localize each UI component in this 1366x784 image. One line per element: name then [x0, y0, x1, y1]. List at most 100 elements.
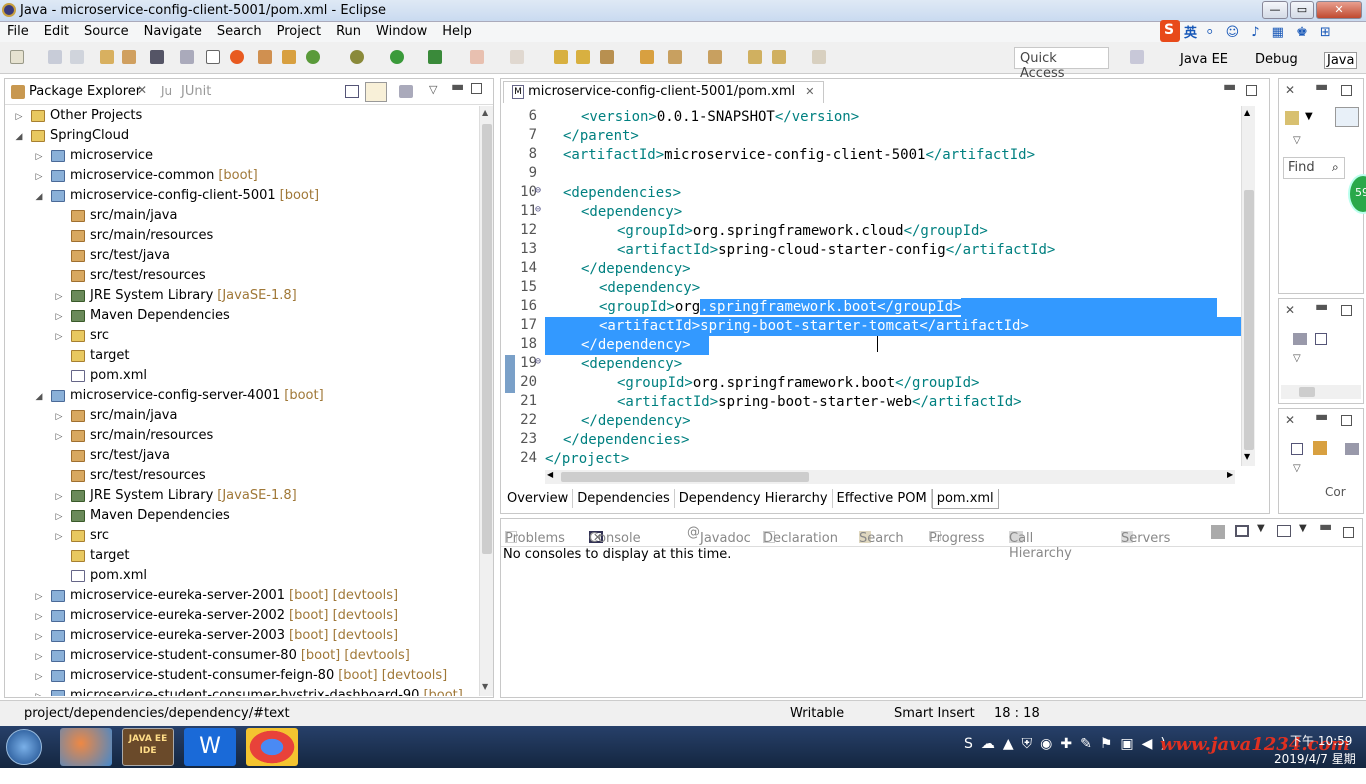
code-line[interactable]: </dependency>: [545, 336, 709, 355]
next-annotation-icon[interactable]: [668, 50, 682, 64]
close-panel-icon[interactable]: ✕: [1285, 413, 1295, 427]
tree-item[interactable]: src/test/resources: [53, 466, 206, 486]
editor-scroll-thumb[interactable]: [1244, 190, 1254, 450]
expand-arrow-icon[interactable]: ▷: [53, 427, 65, 447]
expand-arrow-icon[interactable]: ▷: [33, 607, 45, 627]
menu-file[interactable]: File: [0, 22, 37, 39]
scroll-thumb[interactable]: [482, 124, 492, 554]
open-perspective-icon[interactable]: [1130, 50, 1144, 64]
tree-item[interactable]: ▷ src/main/java: [53, 406, 178, 426]
editor-scrollbar[interactable]: ▲ ▼: [1241, 106, 1255, 466]
expand-arrow-icon[interactable]: ▷: [13, 107, 25, 127]
open-console-icon[interactable]: [1211, 525, 1225, 539]
save-all-icon[interactable]: [70, 50, 84, 64]
tray-icons[interactable]: S☁▲⛨◉✚✎⚑▣◀): [964, 736, 1174, 752]
collapse-arrow-icon[interactable]: ◢: [33, 387, 45, 407]
display-console-icon[interactable]: [1235, 525, 1249, 537]
perspective-javaee[interactable]: Java EE: [1180, 52, 1228, 67]
collapse-arrow-icon[interactable]: ◢: [33, 187, 45, 207]
tree-item[interactable]: pom.xml: [53, 366, 147, 386]
tree-item[interactable]: src/main/resources: [53, 226, 213, 246]
code-line[interactable]: </dependencies>: [545, 431, 689, 450]
view-menu-icon[interactable]: ▽: [429, 83, 437, 96]
console-maximize-icon[interactable]: [1343, 527, 1354, 538]
tree-item[interactable]: ▷ JRE System Library [JavaSE-1.8]: [53, 486, 297, 506]
menu-edit[interactable]: Edit: [37, 22, 77, 39]
tree-item[interactable]: pom.xml: [53, 566, 147, 586]
expand-arrow-icon[interactable]: ▷: [33, 667, 45, 687]
close-console-icon[interactable]: ✕: [593, 531, 602, 544]
code-line[interactable]: <artifactId>spring-cloud-starter-config<…: [545, 241, 1055, 260]
browser-icon[interactable]: [230, 50, 244, 64]
quick-access-input[interactable]: Quick Access: [1014, 47, 1109, 81]
tree-item[interactable]: src/test/java: [53, 446, 170, 466]
tree-item[interactable]: ◢ microservice-config-server-4001 [boot]: [33, 386, 324, 406]
tree-item[interactable]: src/test/java: [53, 246, 170, 266]
perspective-java[interactable]: Java: [1324, 52, 1358, 69]
last-edit-icon[interactable]: [748, 50, 762, 64]
open-task-icon[interactable]: [122, 50, 136, 64]
editor-minimize-icon[interactable]: ▬: [1223, 79, 1236, 95]
menu-source[interactable]: Source: [77, 22, 137, 39]
tab-junit[interactable]: JUnit: [181, 84, 211, 99]
console-view-menu-icon[interactable]: ▼: [1299, 523, 1307, 534]
editor-hscrollbar[interactable]: ◀ ▶: [545, 470, 1235, 484]
tree-item[interactable]: target: [53, 346, 130, 366]
tab-pom-xml[interactable]: pom.xml: [931, 489, 999, 509]
taskbar-app-wps[interactable]: W: [184, 728, 236, 766]
find-input[interactable]: Find ⌕: [1283, 157, 1345, 179]
maximize-panel-icon[interactable]: [1341, 415, 1352, 426]
expand-arrow-icon[interactable]: ▷: [33, 147, 45, 167]
tree-item[interactable]: src/test/resources: [53, 266, 206, 286]
expand-arrow-icon[interactable]: ▷: [33, 627, 45, 647]
console-minimize-icon[interactable]: ▬: [1319, 519, 1332, 535]
minimize-panel-icon[interactable]: ▬: [1315, 79, 1328, 95]
maximize-view-icon[interactable]: [471, 83, 482, 94]
ime-tools-icons[interactable]: ⸰ ☺ ♪ ▦ ♚ ⊞: [1206, 22, 1335, 40]
new-servlet-icon[interactable]: [282, 50, 296, 64]
code-line[interactable]: </dependency>: [545, 412, 691, 431]
panel-scroll-thumb[interactable]: [1299, 387, 1315, 397]
hscroll-right-icon[interactable]: ▶: [1227, 470, 1233, 479]
tree-item[interactable]: ▷ microservice: [33, 146, 153, 166]
run-icon[interactable]: [390, 50, 404, 64]
tree-item[interactable]: ▷ Maven Dependencies: [53, 506, 230, 526]
code-line[interactable]: <version>0.0.1-SNAPSHOT</version>: [545, 108, 859, 127]
expand-arrow-icon[interactable]: ▷: [53, 287, 65, 307]
tab-package-explorer[interactable]: Package Explorer: [29, 84, 141, 99]
minimize-panel-icon[interactable]: ▬: [1315, 299, 1328, 315]
code-line[interactable]: <dependency>: [545, 355, 682, 374]
menu-project[interactable]: Project: [270, 22, 329, 39]
code-line[interactable]: <dependencies>: [545, 184, 681, 203]
outline-item-label[interactable]: Cor: [1325, 485, 1346, 499]
debug-icon[interactable]: [350, 50, 364, 64]
close-panel-icon[interactable]: ✕: [1285, 303, 1295, 317]
tree-item[interactable]: ▷ src: [53, 526, 109, 546]
refresh-icon[interactable]: [306, 50, 320, 64]
menu-search[interactable]: Search: [210, 22, 270, 39]
menu-run[interactable]: Run: [329, 22, 369, 39]
view-menu-icon[interactable]: ▽: [1293, 353, 1301, 364]
code-line[interactable]: <groupId>org.springframework.boot</group…: [545, 374, 979, 393]
scroll-down-icon[interactable]: ▼: [482, 682, 488, 691]
open-project-icon[interactable]: [554, 50, 568, 64]
collapse-arrow-icon[interactable]: ◢: [13, 127, 25, 147]
list-view-icon[interactable]: [1335, 107, 1359, 127]
tree-item[interactable]: ▷ microservice-eureka-server-2001 [boot] […: [33, 586, 399, 606]
tab-javadoc[interactable]: @ Javadoc: [687, 525, 751, 546]
perspective-debug[interactable]: Debug: [1255, 52, 1298, 67]
back-icon[interactable]: [772, 50, 786, 64]
console-icon[interactable]: [150, 50, 164, 64]
open-file-icon[interactable]: [576, 50, 590, 64]
close-button[interactable]: ✕: [1316, 1, 1362, 19]
view-menu-icon[interactable]: ▽: [1293, 463, 1301, 474]
code-line[interactable]: </project>: [545, 450, 629, 469]
panel-hscrollbar[interactable]: [1281, 385, 1361, 399]
tree-item[interactable]: ▷ microservice-student-consumer-feign-80[…: [33, 666, 448, 687]
edit-icon[interactable]: [600, 50, 614, 64]
close-editor-icon[interactable]: ✕: [805, 85, 814, 98]
collapse-all-icon[interactable]: [345, 85, 359, 98]
taskbar-app-colors[interactable]: [60, 728, 112, 766]
tree-item[interactable]: ▷ microservice-student-consumer-80 [boot] …: [33, 646, 410, 666]
skip-breakpoints-icon[interactable]: [180, 50, 194, 64]
